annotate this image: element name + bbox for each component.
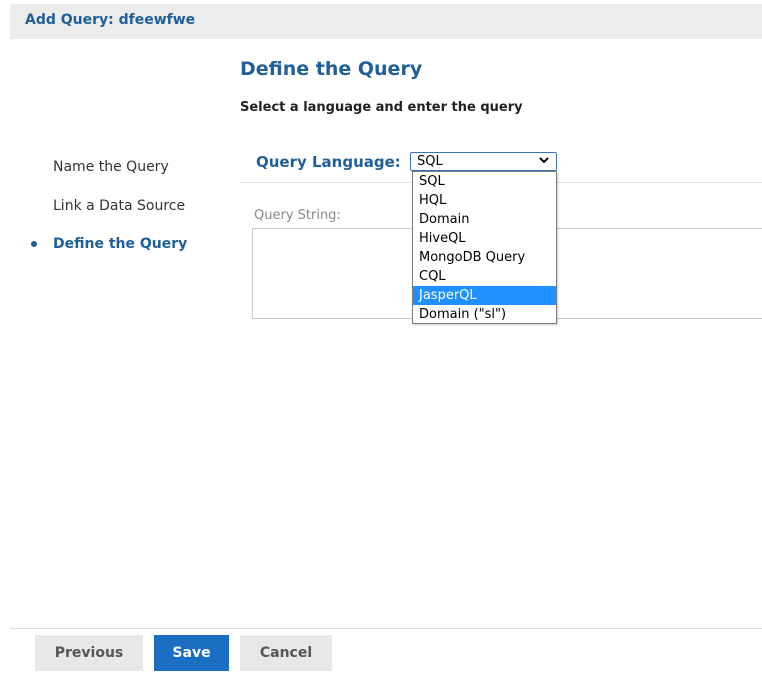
cancel-button[interactable]: Cancel — [240, 635, 332, 671]
step-name-the-query[interactable]: Name the Query — [53, 159, 169, 175]
query-language-dropdown-list: SQL HQL Domain HiveQL MongoDB Query CQL … — [412, 171, 557, 324]
active-step-bullet-icon — [31, 241, 37, 247]
page-subtitle: Select a language and enter the query — [240, 100, 523, 115]
chevron-down-icon — [538, 153, 550, 172]
option-hql[interactable]: HQL — [413, 191, 556, 210]
step-define-the-query[interactable]: Define the Query — [53, 236, 187, 252]
query-language-select[interactable]: SQL — [410, 152, 557, 171]
footer-divider — [10, 628, 762, 629]
query-language-label: Query Language: — [256, 153, 401, 171]
dialog-title: Add Query: dfeewfwe — [25, 12, 196, 28]
step-link-data-source[interactable]: Link a Data Source — [53, 198, 185, 214]
option-domain[interactable]: Domain — [413, 210, 556, 229]
query-string-label: Query String: — [254, 208, 341, 223]
previous-button[interactable]: Previous — [35, 635, 143, 671]
option-domain-sl[interactable]: Domain ("sl") — [413, 305, 556, 324]
dialog-title-bar: Add Query: dfeewfwe — [10, 4, 762, 39]
option-jasperql[interactable]: JasperQL — [413, 286, 556, 305]
option-mongodb-query[interactable]: MongoDB Query — [413, 248, 556, 267]
page-title: Define the Query — [240, 58, 423, 80]
option-sql[interactable]: SQL — [413, 172, 556, 191]
query-language-selected-value: SQL — [417, 154, 443, 169]
option-hiveql[interactable]: HiveQL — [413, 229, 556, 248]
option-cql[interactable]: CQL — [413, 267, 556, 286]
add-query-dialog: Add Query: dfeewfwe Define the Query Sel… — [0, 0, 762, 673]
save-button[interactable]: Save — [154, 635, 229, 671]
